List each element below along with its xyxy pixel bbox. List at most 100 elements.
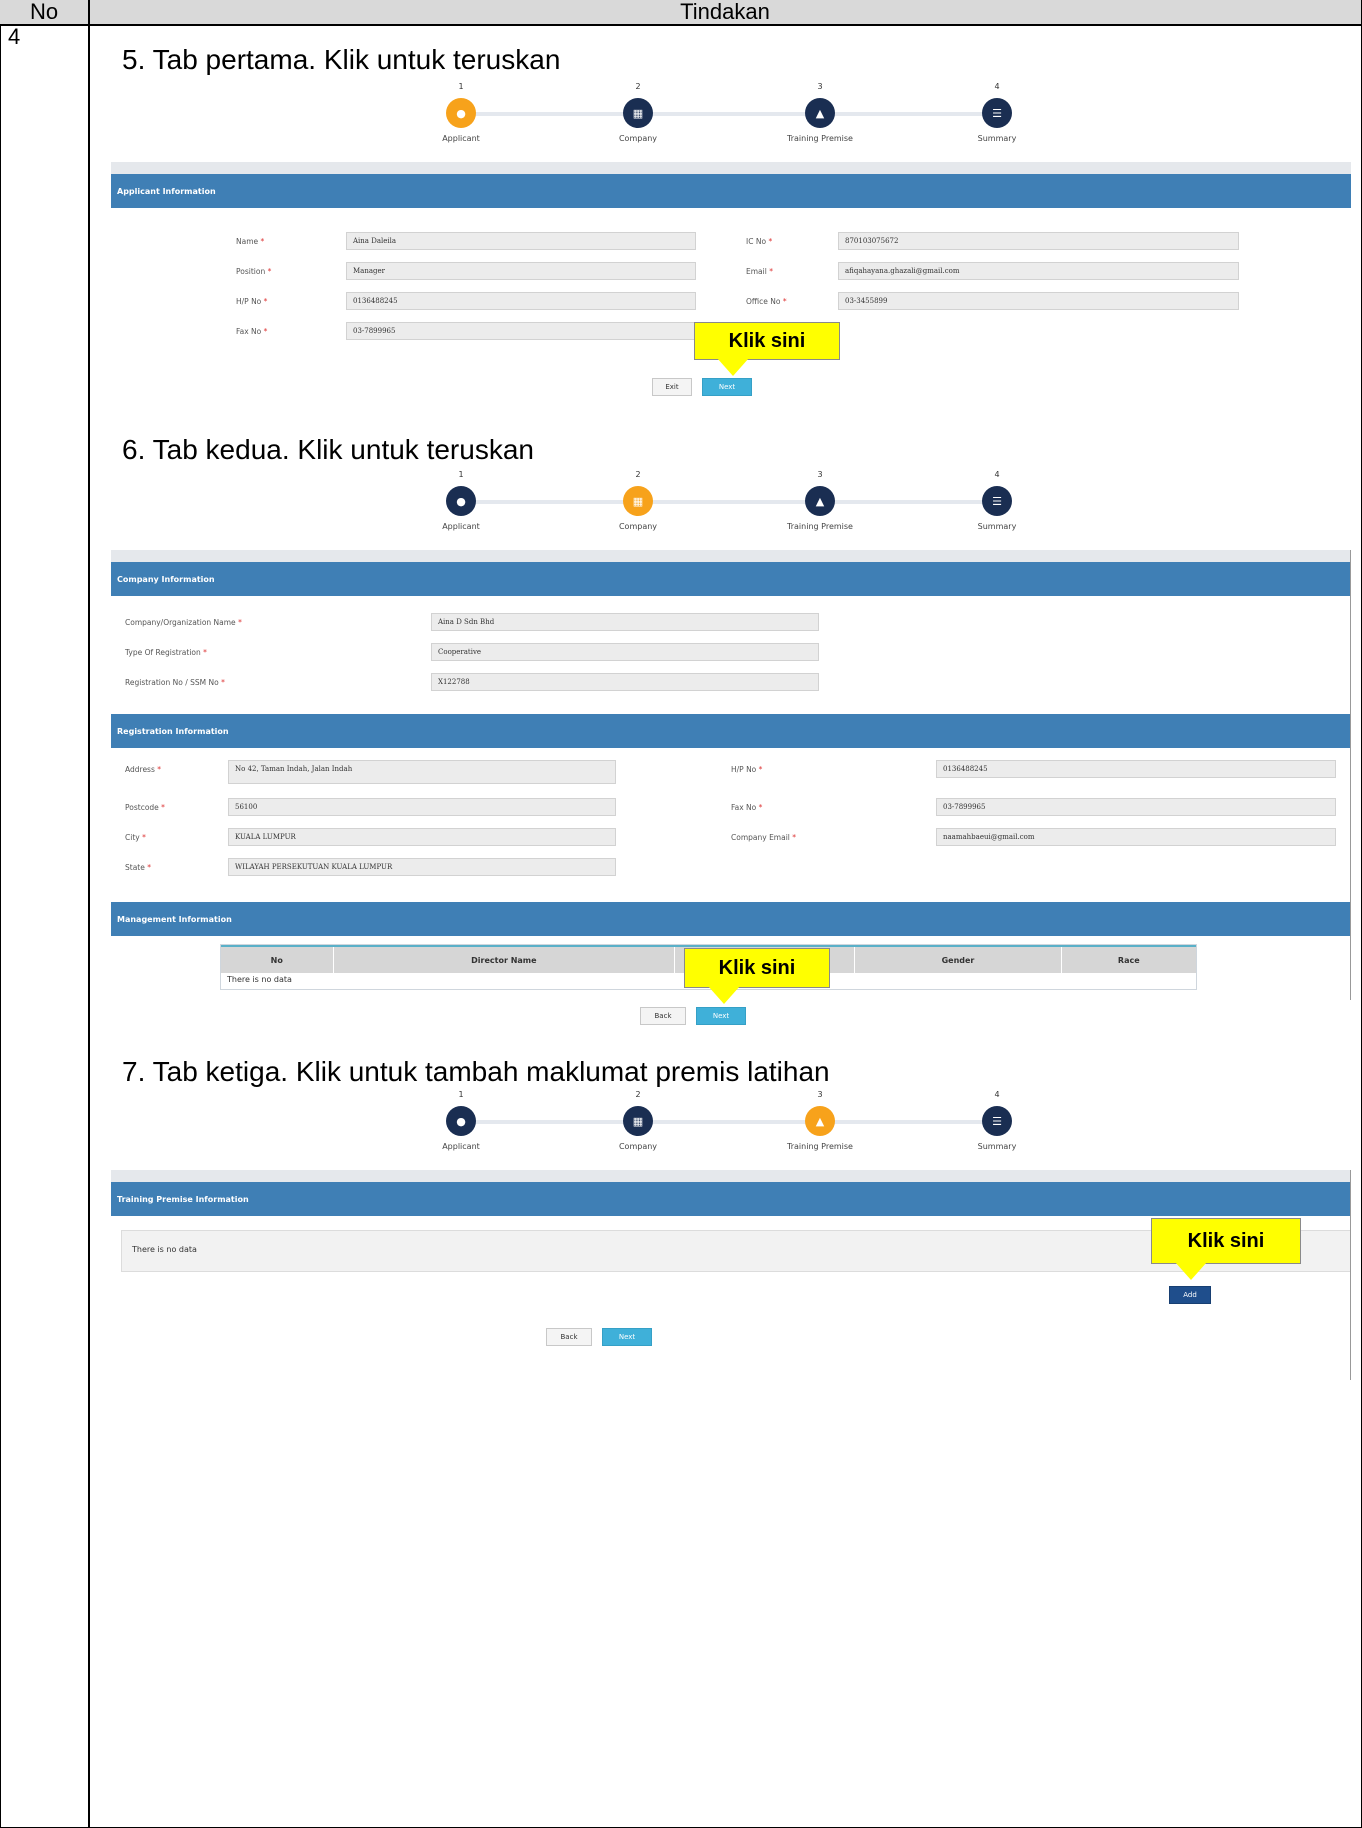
callout-klik-sini: Klik sini: [694, 322, 840, 360]
col-race[interactable]: Race: [1062, 947, 1196, 973]
section-management-information: Management Information: [111, 902, 1351, 936]
callout-tail: [708, 986, 740, 1004]
wizard-step-label: Applicant: [442, 522, 480, 531]
wizard-step-label: Training Premise: [787, 1142, 853, 1151]
wizard-step-training-premise[interactable]: 3 ▲ Training Premise: [760, 470, 880, 531]
reg-no-label: Registration No / SSM No *: [125, 678, 225, 687]
wizard-step-training-premise[interactable]: 3 ▲ Training Premise: [760, 1090, 880, 1151]
right-border: [1350, 1170, 1351, 1380]
exit-button[interactable]: Exit: [652, 378, 692, 396]
callout-tail: [717, 358, 749, 376]
wizard-step-summary[interactable]: 4 ☰ Summary: [937, 470, 1057, 531]
col-gender[interactable]: Gender: [855, 947, 1062, 973]
wizard-stepper: 1 ● Applicant 2 ▦ Company 3 ▲ Training P…: [111, 470, 1351, 545]
wizard-step-label: Applicant: [442, 134, 480, 143]
wizard-step-company[interactable]: 2 ▦ Company: [578, 82, 698, 143]
col-director-name[interactable]: Director Name: [334, 947, 676, 973]
position-label: Position *: [236, 267, 272, 276]
wizard-step-summary[interactable]: 4 ☰ Summary: [937, 1090, 1057, 1151]
wizard-step-summary[interactable]: 4 ☰ Summary: [937, 82, 1057, 143]
wizard-step-applicant[interactable]: 1 ● Applicant: [401, 82, 521, 143]
wizard-step-company[interactable]: 2 ▦ Company: [578, 1090, 698, 1151]
company-email-field[interactable]: naamahbaeui@gmail.com: [936, 828, 1336, 846]
hp-label: H/P No *: [236, 297, 268, 306]
company-hp-field[interactable]: 0136488245: [936, 760, 1336, 778]
postcode-field[interactable]: 56100: [228, 798, 616, 816]
section-applicant-information: Applicant Information: [111, 174, 1351, 208]
ic-label: IC No *: [746, 237, 773, 246]
wizard-step-label: Training Premise: [787, 134, 853, 143]
next-button[interactable]: Next: [702, 378, 752, 396]
gray-band: [111, 162, 1351, 174]
city-field[interactable]: KUALA LUMPUR: [228, 828, 616, 846]
wizard-step-number: 3: [817, 1090, 823, 1099]
wizard-step-label: Company: [618, 134, 658, 143]
wizard-step-number: 1: [458, 82, 464, 91]
address-field[interactable]: No 42, Taman Indah, Jalan Indah: [228, 760, 616, 784]
wizard-step-number: 4: [994, 470, 1000, 479]
building-icon: ▦: [623, 486, 653, 516]
back-button[interactable]: Back: [546, 1328, 592, 1346]
address-label: Address *: [125, 765, 162, 774]
next-button[interactable]: Next: [602, 1328, 652, 1346]
name-field[interactable]: Aina Daleila: [346, 232, 696, 250]
screenshot-training-premise: 1 ● Applicant 2 ▦ Company 3 ▲ Training P…: [111, 1090, 1351, 1390]
building-icon: ▦: [623, 1106, 653, 1136]
col-no[interactable]: No: [221, 947, 334, 973]
bank-icon: ▲: [805, 1106, 835, 1136]
wizard-step-training-premise[interactable]: 3 ▲ Training Premise: [760, 82, 880, 143]
fax-field[interactable]: 03-7899965: [346, 322, 696, 340]
hp-field[interactable]: 0136488245: [346, 292, 696, 310]
company-hp-label: H/P No *: [731, 765, 763, 774]
company-email-label: Company Email *: [731, 833, 797, 842]
state-label: State *: [125, 863, 151, 872]
callout-tail: [1175, 1262, 1207, 1280]
user-icon: ●: [446, 98, 476, 128]
org-name-field[interactable]: Aina D Sdn Bhd: [431, 613, 819, 631]
office-label: Office No *: [746, 297, 787, 306]
postcode-label: Postcode *: [125, 803, 165, 812]
header-divider: [0, 24, 1362, 26]
wizard-stepper: 1 ● Applicant 2 ▦ Company 3 ▲ Training P…: [111, 82, 1351, 157]
section-training-premise-information: Training Premise Information: [111, 1182, 1351, 1216]
callout-klik-sini: Klik sini: [684, 948, 830, 988]
wizard-step-label: Applicant: [442, 1142, 480, 1151]
wizard-step-number: 2: [635, 1090, 641, 1099]
city-label: City *: [125, 833, 146, 842]
wizard-step-applicant[interactable]: 1 ● Applicant: [401, 470, 521, 531]
gray-band: [111, 550, 1351, 562]
name-label: Name *: [236, 237, 265, 246]
user-icon: ●: [446, 486, 476, 516]
wizard-step-company[interactable]: 2 ▦ Company: [578, 470, 698, 531]
header-tindakan: Tindakan: [89, 0, 1361, 24]
bank-icon: ▲: [805, 486, 835, 516]
company-fax-field[interactable]: 03-7899965: [936, 798, 1336, 816]
state-field[interactable]: WILAYAH PERSEKUTUAN KUALA LUMPUR: [228, 858, 616, 876]
wizard-step-applicant[interactable]: 1 ● Applicant: [401, 1090, 521, 1151]
reg-no-field[interactable]: X122788: [431, 673, 819, 691]
company-fax-label: Fax No *: [731, 803, 763, 812]
ic-field[interactable]: 870103075672: [838, 232, 1239, 250]
wizard-step-number: 3: [817, 470, 823, 479]
wizard-step-label: Company: [618, 1142, 658, 1151]
column-divider: [88, 0, 90, 1828]
email-field[interactable]: afiqahayana.ghazali@gmail.com: [838, 262, 1239, 280]
office-field[interactable]: 03-3455899: [838, 292, 1239, 310]
wizard-line: [461, 500, 1001, 504]
step-5-title: 5. Tab pertama. Klik untuk teruskan: [122, 44, 561, 75]
wizard-line: [461, 112, 1001, 116]
wizard-line: [461, 1120, 1001, 1124]
position-field[interactable]: Manager: [346, 262, 696, 280]
wizard-step-label: Summary: [977, 134, 1017, 143]
step-6-title: 6. Tab kedua. Klik untuk teruskan: [122, 434, 534, 465]
email-label: Email *: [746, 267, 773, 276]
building-icon: ▦: [623, 98, 653, 128]
wizard-step-number: 1: [458, 470, 464, 479]
reg-type-field[interactable]: Cooperative: [431, 643, 819, 661]
add-button[interactable]: Add: [1169, 1286, 1211, 1304]
next-button[interactable]: Next: [696, 1007, 746, 1025]
fax-label: Fax No *: [236, 327, 268, 336]
wizard-step-number: 4: [994, 1090, 1000, 1099]
back-button[interactable]: Back: [640, 1007, 686, 1025]
wizard-step-label: Training Premise: [787, 522, 853, 531]
